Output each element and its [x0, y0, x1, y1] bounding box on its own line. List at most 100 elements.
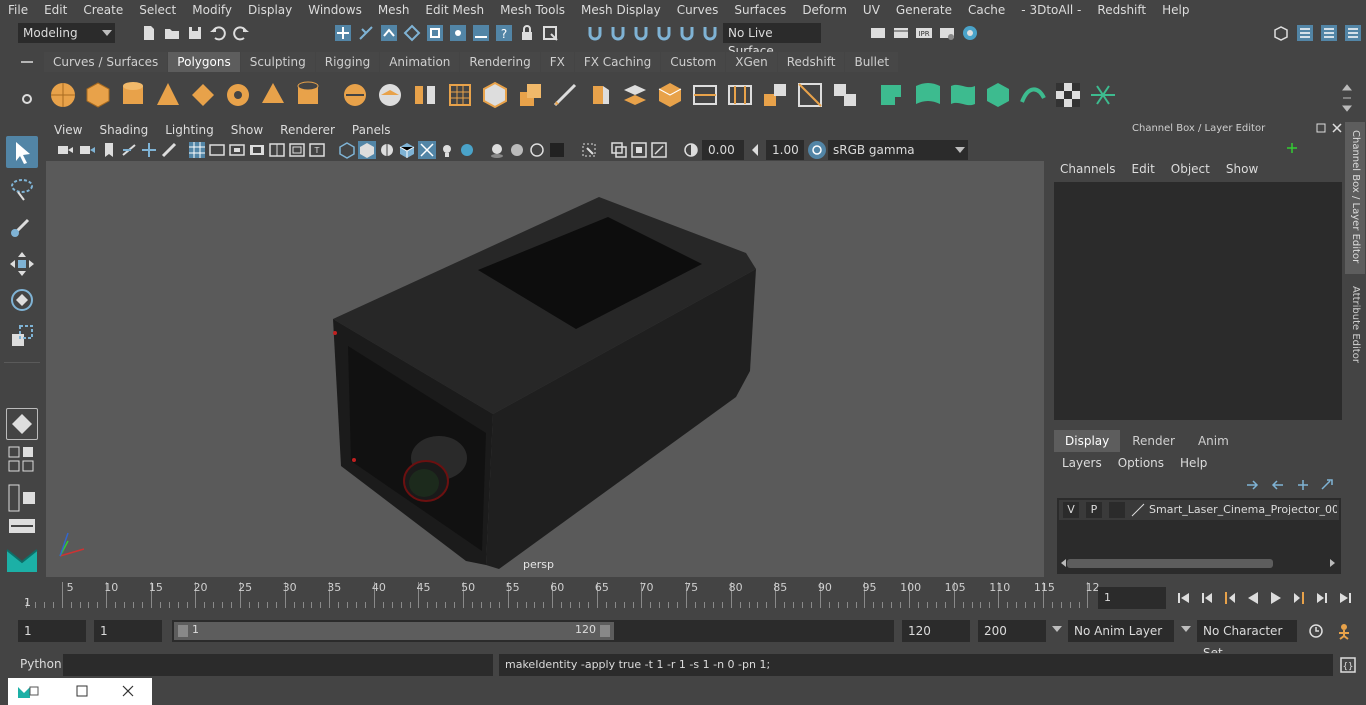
wireframe-icon[interactable] [338, 141, 356, 159]
shelf-tab-sculpting[interactable]: Sculpting [240, 52, 315, 72]
channel-box-menu-show[interactable]: Show [1226, 162, 1274, 176]
poly-cylinder-icon[interactable] [118, 80, 148, 110]
play-backward-icon[interactable] [1244, 589, 1262, 607]
menu-cache[interactable]: Cache [960, 3, 1013, 17]
menu-select[interactable]: Select [131, 3, 184, 17]
shelf-scroll-icon[interactable] [1342, 84, 1352, 112]
layout-outliner-icon[interactable] [8, 484, 36, 512]
menu-generate[interactable]: Generate [888, 3, 960, 17]
redo-icon[interactable] [232, 24, 250, 42]
go-to-end-icon[interactable] [1336, 589, 1354, 607]
gamma-field[interactable]: 1.00 [766, 140, 804, 160]
animation-start-field[interactable]: 1 [18, 620, 86, 642]
workspace-icon[interactable] [1272, 24, 1290, 42]
layer-display-type-toggle[interactable] [1109, 502, 1125, 518]
auto-key-icon[interactable] [1307, 622, 1325, 640]
channel-list[interactable] [1054, 182, 1342, 420]
channel-box-menu-channels[interactable]: Channels [1060, 162, 1132, 176]
lock-icon[interactable] [518, 24, 536, 42]
viewport-menu-renderer[interactable]: Renderer [272, 123, 344, 137]
playback-end-field[interactable]: 120 [902, 620, 970, 642]
viewport-menu-shading[interactable]: Shading [91, 123, 157, 137]
animation-preferences-icon[interactable] [1335, 622, 1353, 640]
image-plane-icon[interactable] [120, 141, 138, 159]
layer-menu-help[interactable]: Help [1180, 456, 1223, 470]
use-default-material-icon[interactable] [378, 141, 396, 159]
layer-playback-toggle[interactable]: P [1086, 502, 1102, 518]
poly-cone-icon[interactable] [153, 80, 183, 110]
merge-icon[interactable] [760, 80, 790, 110]
channel-box-menu-edit[interactable]: Edit [1132, 162, 1171, 176]
new-layer-selected-icon[interactable] [1318, 476, 1336, 494]
tab-attribute-editor[interactable]: Attribute Editor [1345, 280, 1365, 376]
layer-tab-render[interactable]: Render [1121, 430, 1186, 452]
camera-select-icon[interactable] [56, 141, 74, 159]
collapse-icon[interactable] [795, 80, 825, 110]
animation-end-field[interactable]: 200 [978, 620, 1046, 642]
menu-help[interactable]: Help [1154, 3, 1197, 17]
tab-channel-box[interactable]: Channel Box / Layer Editor [1345, 122, 1365, 274]
safe-action-icon[interactable] [288, 141, 306, 159]
layer-row[interactable]: V P Smart_Laser_Cinema_Projector_001_la [1059, 500, 1339, 520]
step-forward-frame-icon[interactable] [1290, 589, 1308, 607]
menu-mesh-tools[interactable]: Mesh Tools [492, 3, 573, 17]
select-by-component-icon[interactable] [380, 24, 398, 42]
snap-to-curve-icon[interactable] [426, 24, 444, 42]
snap-magnet-icon[interactable] [586, 24, 604, 42]
command-language-label[interactable]: Python [20, 657, 62, 671]
shelf-tab-redshift[interactable]: Redshift [777, 52, 845, 72]
shelf-tab-fx[interactable]: FX [540, 52, 574, 72]
layer-visibility-toggle[interactable]: V [1063, 502, 1079, 518]
time-slider[interactable]: 5 10 15 20 25 30 35 40 45 50 55 60 65 70 75 80 85 90 95 100… [20, 580, 1099, 610]
uv-shell-icon[interactable] [1088, 80, 1118, 110]
playback-start-field[interactable]: 1 [94, 620, 162, 642]
move-layer-up-icon[interactable] [1244, 476, 1262, 494]
range-slider[interactable]: 1 120 [172, 620, 894, 642]
offset-edge-loop-icon[interactable] [725, 80, 755, 110]
make-live-icon[interactable]: ? [495, 24, 513, 42]
anti-aliasing-icon[interactable] [548, 141, 566, 159]
ipr-render-icon[interactable]: IPR [915, 24, 933, 42]
shelf-menu-icon[interactable] [20, 57, 34, 69]
select-by-object-icon[interactable] [357, 24, 375, 42]
render-current-frame-icon[interactable] [892, 24, 910, 42]
mirror-icon[interactable] [410, 80, 440, 110]
bridge-icon[interactable] [620, 80, 650, 110]
menu-modify[interactable]: Modify [184, 3, 240, 17]
scale-tool-button[interactable] [6, 320, 38, 352]
color-management-icon[interactable] [808, 141, 826, 159]
go-to-start-icon[interactable] [1175, 589, 1193, 607]
scroll-left-icon[interactable] [1059, 558, 1067, 568]
select-tool-button[interactable] [6, 136, 38, 168]
checker-map-icon[interactable] [1053, 80, 1083, 110]
play-forward-icon[interactable] [1267, 589, 1285, 607]
character-set-dropdown[interactable]: No Character Set [1197, 620, 1297, 660]
mode-dropdown[interactable]: Modeling [18, 23, 115, 43]
layout-panel-icon[interactable] [8, 518, 36, 534]
gamma-icon[interactable] [748, 141, 766, 159]
2d-pan-zoom-icon[interactable] [140, 141, 158, 159]
all-lights-icon[interactable] [438, 141, 456, 159]
menu-mesh-display[interactable]: Mesh Display [573, 3, 669, 17]
field-chart-icon[interactable] [268, 141, 286, 159]
layout-single-icon[interactable] [8, 446, 36, 474]
film-gate-icon[interactable] [208, 141, 226, 159]
safe-title-icon[interactable]: T [308, 141, 326, 159]
viewport-menu-show[interactable]: Show [223, 123, 272, 137]
poly-pipe-icon[interactable] [293, 80, 323, 110]
shelf-tab-bullet[interactable]: Bullet [845, 52, 899, 72]
menu-curves[interactable]: Curves [669, 3, 727, 17]
snap-plane-magnet-icon[interactable] [655, 24, 673, 42]
exposure-field[interactable]: 0.00 [702, 140, 744, 160]
script-editor-icon[interactable]: {} [1339, 656, 1357, 674]
frame-all-icon[interactable] [610, 141, 628, 159]
manipulator-icon[interactable] [1286, 142, 1298, 154]
multi-cut-icon[interactable] [550, 80, 580, 110]
toggle-channel-box-icon[interactable] [1320, 24, 1338, 42]
fill-hole-icon[interactable] [655, 80, 685, 110]
layer-color-icon[interactable] [1131, 503, 1145, 517]
xray-icon[interactable] [418, 141, 436, 159]
anim-layer-dropdown[interactable]: No Anim Layer [1068, 620, 1174, 642]
tumble-icon[interactable] [650, 141, 668, 159]
shelf-tab-animation[interactable]: Animation [380, 52, 460, 72]
